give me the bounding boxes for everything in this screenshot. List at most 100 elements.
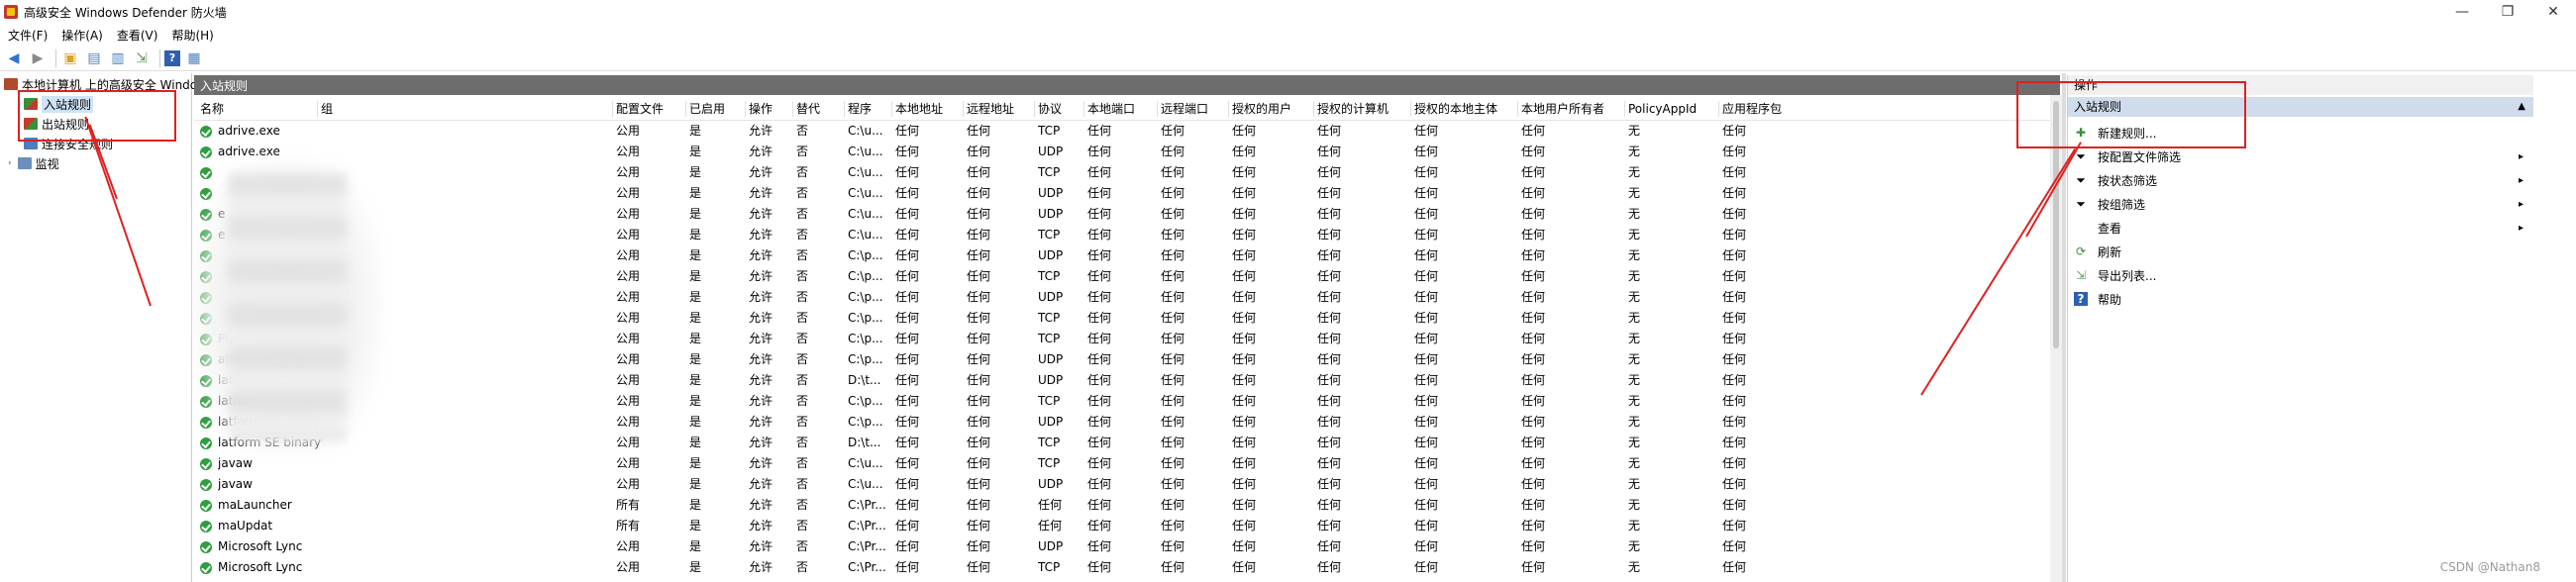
minimize-button[interactable]: — bbox=[2439, 0, 2485, 24]
table-row[interactable]: latform SE binary公用是允许否D:\t...任何任何UDP任何任… bbox=[194, 370, 2050, 391]
action-item[interactable]: ⏷ 按状态筛选 ▸ bbox=[2068, 168, 2533, 192]
table-row[interactable]: latform SE binary公用是允许否C:\p...任何任何UDP任何任… bbox=[194, 412, 2050, 433]
column-divider[interactable] bbox=[792, 101, 793, 117]
table-cell: 任何 bbox=[1722, 228, 1747, 242]
table-row[interactable]: adrive.exe 公用是允许否 C:\u... 任何 任何 UDP 任何 任何 任何 任何 任何… bbox=[194, 142, 2050, 162]
table-cell: 允许 bbox=[749, 415, 773, 429]
table-cell: 否 bbox=[796, 415, 809, 429]
table-row[interactable]: Microsoft Lync 公用 是 允许 否 C:\Pr... 任何 任何 TCP 任何 任何 任… bbox=[194, 557, 2050, 578]
close-button[interactable]: ✕ bbox=[2530, 0, 2576, 24]
table-cell: 是 bbox=[689, 248, 702, 262]
column-header[interactable]: 操作 bbox=[749, 99, 773, 120]
column-header[interactable]: 本地地址 bbox=[895, 99, 943, 120]
help-icon[interactable]: ? bbox=[164, 49, 180, 66]
table-row[interactable]: javaw 公用 是 允许 否 C:\u... 任何 任何 UDP 任何 任何 任何 任何 任何 任何 无 任何 bbox=[194, 474, 2050, 495]
table-row[interactable]: atform SE binary公用是允许否C:\p...任何任何UDP任何任何… bbox=[194, 349, 2050, 370]
table-cell: 任何 bbox=[1161, 560, 1185, 574]
table-row[interactable]: 公用 是 允许 否 C:\u... 任何 任何 TCP 任何 任何 任何 任何 任何 任何 无 任何 bbox=[194, 162, 2050, 183]
column-divider[interactable] bbox=[1410, 101, 1411, 117]
column-divider[interactable] bbox=[844, 101, 845, 117]
column-divider[interactable] bbox=[745, 101, 746, 117]
pane-splitter[interactable] bbox=[2062, 73, 2066, 582]
table-cell: 任何 bbox=[967, 498, 991, 512]
forward-icon[interactable]: ▶ bbox=[28, 48, 48, 68]
table-row[interactable]: 公用 是 允许 否 C:\p... 任何 任何 UDP 任何 任何 任何 任何 任何 任何 无 任何 bbox=[194, 287, 2050, 308]
column-divider[interactable] bbox=[1228, 101, 1229, 117]
column-header[interactable]: 应用程序包 bbox=[1722, 99, 1782, 120]
column-divider[interactable] bbox=[891, 101, 892, 117]
menu-view[interactable]: 查看(V) bbox=[117, 27, 158, 44]
column-header[interactable]: 已启用 bbox=[689, 99, 725, 120]
table-cell: 任何 bbox=[1232, 248, 1257, 262]
column-header[interactable]: 本地端口 bbox=[1087, 99, 1135, 120]
column-header[interactable]: 替代 bbox=[796, 99, 820, 120]
column-header[interactable]: 授权的本地主体 bbox=[1414, 99, 1497, 120]
table-cell: 任何 bbox=[1087, 539, 1112, 553]
show-tree-icon[interactable]: ▤ bbox=[84, 48, 104, 68]
table-row[interactable]: 公用 是 允许 否 C:\p... 任何 任何 TCP 任何 任何 任何 任何 任何 任何 无 任何 bbox=[194, 266, 2050, 287]
table-row[interactable]: e公用是允许否C:\u...任何任何TCP任何任何任何任何任何任何无任何 bbox=[194, 225, 2050, 245]
table-cell: 任何 bbox=[1317, 248, 1342, 262]
table-row[interactable]: latform SE binary公用是允许否C:\p...任何任何TCP任何任… bbox=[194, 391, 2050, 412]
table-row[interactable]: maUpdat 所有 是 允许 否 C:\Pr... 任何 任何 任何 任何 任何 任何 任何 任何 任何 无… bbox=[194, 516, 2050, 536]
action-item[interactable]: ? 帮助 bbox=[2068, 287, 2533, 311]
column-divider[interactable] bbox=[685, 101, 686, 117]
column-divider[interactable] bbox=[1624, 101, 1625, 117]
action-item[interactable]: 查看 ▸ bbox=[2068, 216, 2533, 240]
table-row[interactable]: Platform SE binary公用是允许否C:\p...任何任何TCP任何… bbox=[194, 329, 2050, 349]
table-row[interactable]: adrive.exe 公用 是 允许 否 C:\u... 任何 任何 TCP 任何 任何 任何 任何 任何… bbox=[194, 121, 2050, 142]
action-item[interactable]: ⟳ 刷新 bbox=[2068, 240, 2533, 263]
table-row[interactable]: e公用是允许否C:\u...任何任何UDP任何任何任何任何任何任何无任何 bbox=[194, 204, 2050, 225]
column-divider[interactable] bbox=[1313, 101, 1314, 117]
column-divider[interactable] bbox=[317, 101, 318, 117]
column-divider[interactable] bbox=[1718, 101, 1719, 117]
table-cell: 任何 bbox=[1521, 373, 1546, 387]
export-list-icon[interactable]: ⇲ bbox=[132, 48, 152, 68]
maximize-button[interactable]: ❐ bbox=[2485, 0, 2530, 24]
column-header[interactable]: 远程端口 bbox=[1161, 99, 1208, 120]
column-divider[interactable] bbox=[963, 101, 964, 117]
column-header[interactable]: 程序 bbox=[848, 99, 872, 120]
column-divider[interactable] bbox=[1157, 101, 1158, 117]
table-row[interactable]: 公用 是 允许 否 C:\p... 任何 任何 UDP 任何 任何 任何 任何 任何 任何 无 任何 bbox=[194, 245, 2050, 266]
expand-chevron-icon[interactable]: › bbox=[8, 158, 12, 168]
action-item[interactable]: ⏷ 按组筛选 ▸ bbox=[2068, 192, 2533, 216]
column-header[interactable]: 授权的用户 bbox=[1232, 99, 1291, 120]
column-header[interactable]: PolicyAppId bbox=[1628, 99, 1697, 120]
action-item[interactable]: ⇲ 导出列表... bbox=[2068, 263, 2533, 287]
table-cell: 无 bbox=[1628, 539, 1641, 553]
table-row[interactable]: latform SE binary公用是允许否D:\t...任何任何TCP任何任… bbox=[194, 433, 2050, 453]
table-row[interactable]: maLauncher 所有 是 允许 否 C:\Pr... 任何 任何 任何 任何 任何 任何 任何 任何… bbox=[194, 495, 2050, 516]
column-divider[interactable] bbox=[1034, 101, 1035, 117]
menu-help[interactable]: 帮助(H) bbox=[171, 27, 213, 44]
table-cell: 任何 bbox=[895, 124, 920, 138]
column-header[interactable]: 名称 bbox=[200, 99, 224, 120]
column-header[interactable]: 本地用户所有者 bbox=[1521, 99, 1604, 120]
menu-file[interactable]: 文件(F) bbox=[8, 27, 48, 44]
column-header[interactable]: 协议 bbox=[1038, 99, 1062, 120]
table-row[interactable]: Microsoft Lync 公用 是 允许 否 C:\Pr... 任何 任何 UDP 任何 任何 任… bbox=[194, 536, 2050, 557]
column-divider[interactable] bbox=[1083, 101, 1084, 117]
table-cell: 任何 bbox=[1722, 560, 1747, 574]
vertical-scrollbar[interactable] bbox=[2050, 95, 2062, 582]
properties-icon[interactable]: ▥ bbox=[108, 48, 128, 68]
column-divider[interactable] bbox=[1517, 101, 1518, 117]
table-cell: 允许 bbox=[749, 228, 773, 242]
table-row[interactable]: 公用 是 允许 否 C:\p... 任何 任何 TCP 任何 任何 任何 任何 任何 任何 无 任何 bbox=[194, 308, 2050, 329]
action-pane-icon[interactable]: ▦ bbox=[184, 48, 204, 68]
table-cell: 任何 bbox=[1317, 519, 1342, 533]
tree-item-monitor[interactable]: › 监视 bbox=[8, 154, 59, 172]
column-header[interactable]: 组 bbox=[321, 99, 333, 120]
collapse-up-icon[interactable]: ▲ bbox=[2518, 97, 2525, 117]
table-row[interactable]: javaw 公用 是 允许 否 C:\u... 任何 任何 TCP 任何 任何 任何 任何 任何 任何 无 任何 bbox=[194, 453, 2050, 474]
menu-action[interactable]: 操作(A) bbox=[61, 27, 103, 44]
table-row[interactable]: 公用 是 允许 否 C:\u... 任何 任何 UDP 任何 任何 任何 任何 任何 任何 无 任何 bbox=[194, 183, 2050, 204]
table-cell: 公用 bbox=[616, 290, 641, 304]
up-folder-icon[interactable]: ▣ bbox=[60, 48, 80, 68]
column-header[interactable]: 配置文件 bbox=[616, 99, 664, 120]
column-divider[interactable] bbox=[612, 101, 613, 117]
back-icon[interactable]: ◀ bbox=[4, 48, 24, 68]
column-header[interactable]: 远程地址 bbox=[967, 99, 1014, 120]
table-cell: 任何 bbox=[967, 228, 991, 242]
column-header[interactable]: 授权的计算机 bbox=[1317, 99, 1389, 120]
